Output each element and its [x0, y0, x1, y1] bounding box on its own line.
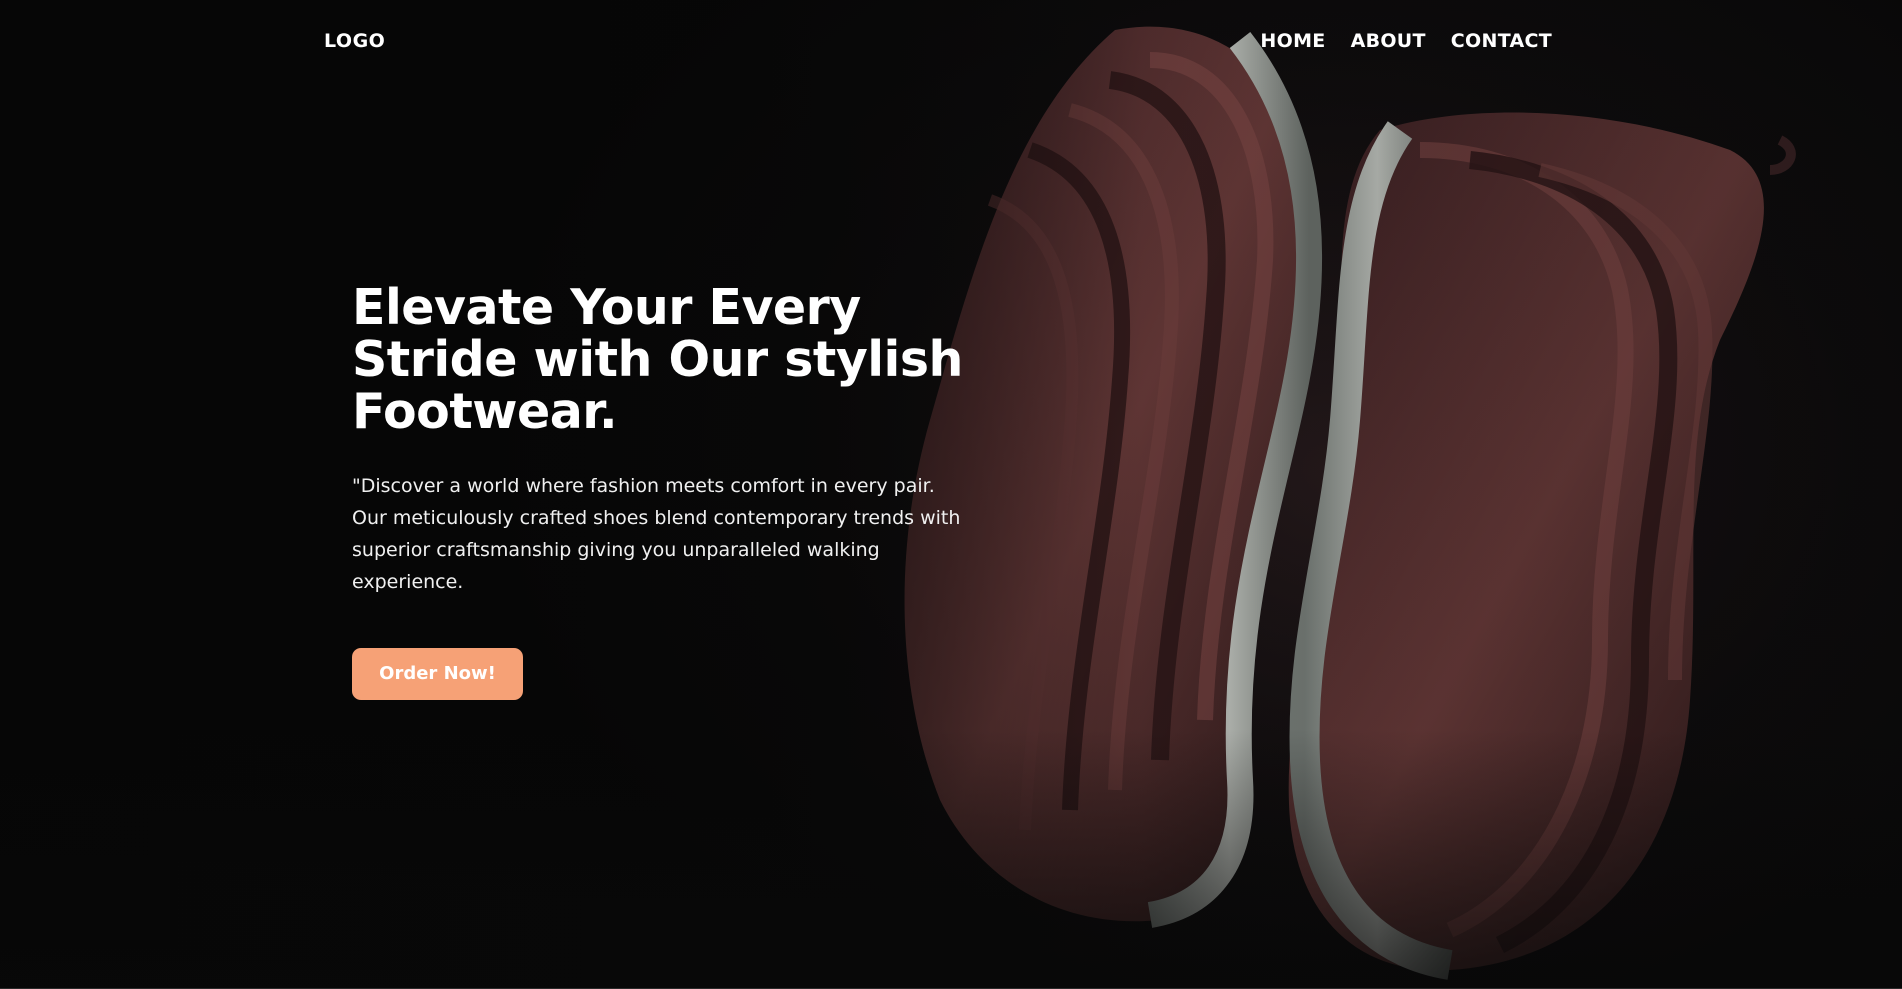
- order-now-button[interactable]: Order Now!: [352, 648, 523, 700]
- nav-link-contact[interactable]: CONTACT: [1451, 30, 1552, 52]
- hero-headline: Elevate Your Every Stride with Our styli…: [352, 282, 972, 438]
- headline-line-1: Elevate Your Every: [352, 279, 861, 336]
- headline-line-2: Stride with Our stylish: [352, 331, 963, 388]
- logo-link[interactable]: LOGO: [324, 30, 385, 52]
- navbar: LOGO HOME ABOUT CONTACT: [0, 0, 1902, 84]
- nav-link-about[interactable]: ABOUT: [1351, 30, 1426, 52]
- hero-content: Elevate Your Every Stride with Our styli…: [352, 282, 972, 700]
- hero-description: "Discover a world where fashion meets co…: [352, 475, 961, 593]
- headline-line-3: Footwear.: [352, 383, 618, 440]
- nav-link-home[interactable]: HOME: [1260, 30, 1325, 52]
- nav-links: HOME ABOUT CONTACT: [1260, 30, 1552, 52]
- hero-section: LOGO HOME ABOUT CONTACT Elevate Your Eve…: [0, 0, 1902, 989]
